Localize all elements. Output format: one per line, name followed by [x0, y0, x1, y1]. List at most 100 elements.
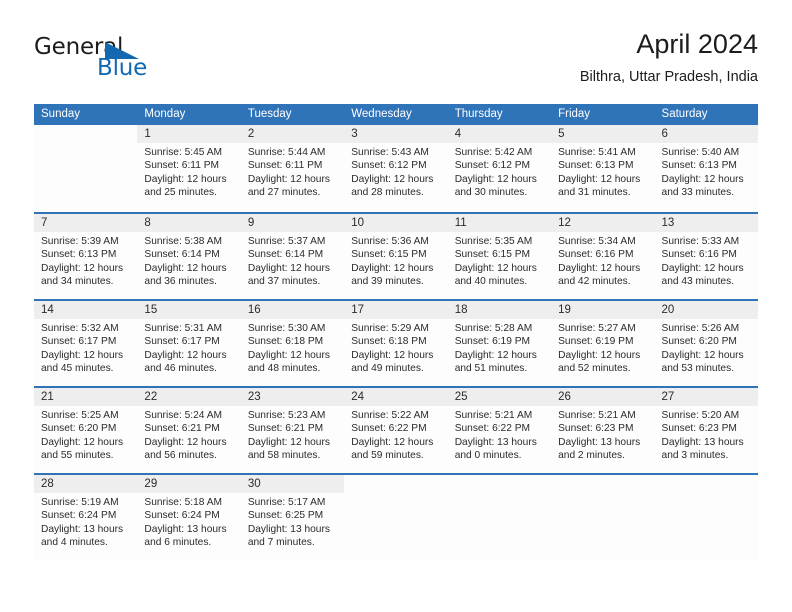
calendar-day-cell[interactable]: 17 Sunrise: 5:29 AM Sunset: 6:18 PM Dayligh… [344, 301, 448, 386]
sunrise-text: Sunrise: 5:17 AM [247, 497, 326, 508]
daylight-text-line2: and 34 minutes. [41, 276, 114, 288]
calendar-day-cell[interactable]: 12 Sunrise: 5:34 AM Sunset: 6:16 PM Dayligh… [551, 214, 655, 299]
calendar-week-row: 14 Sunrise: 5:32 AM Sunset: 6:17 PM Dayligh… [34, 299, 758, 386]
sunset-text: Sunset: 6:24 PM [144, 510, 220, 522]
day-details: Sunrise: 5:21 AM Sunset: 6:22 PM Daylight:… [448, 406, 551, 463]
day-number: 23 [247, 391, 261, 403]
day-number-band: 22 [137, 388, 241, 406]
day-details: Sunrise: 5:40 AM Sunset: 6:13 PM Daylight:… [655, 143, 758, 200]
sunrise-text: Sunrise: 5:45 AM [144, 147, 223, 158]
general-blue-logo[interactable]: General Blue [34, 34, 244, 90]
sunset-text: Sunset: 6:14 PM [247, 249, 324, 261]
day-number-band: 14 [34, 301, 138, 319]
daylight-text-line2: and 56 minutes. [144, 450, 217, 462]
calendar-day-cell[interactable]: 7 Sunrise: 5:39 AM Sunset: 6:13 PM Daylight… [34, 214, 138, 299]
daylight-text-line1: Daylight: 12 hours [144, 262, 227, 274]
calendar-day-cell[interactable]: 6 Sunrise: 5:40 AM Sunset: 6:13 PM Daylight… [654, 125, 758, 212]
day-number: 20 [661, 304, 675, 316]
sunrise-text: Sunrise: 5:31 AM [144, 323, 223, 334]
day-number: 9 [247, 217, 255, 229]
title-block: April 2024 Bilthra, Uttar Pradesh, India [580, 28, 758, 88]
daylight-text-line2: and 55 minutes. [41, 450, 114, 462]
calendar-day-cell[interactable]: 19 Sunrise: 5:27 AM Sunset: 6:19 PM Dayligh… [551, 301, 655, 386]
day-details: Sunrise: 5:38 AM Sunset: 6:14 PM Daylight:… [137, 232, 240, 289]
day-number-band: 19 [551, 301, 655, 319]
calendar-day-cell[interactable]: 14 Sunrise: 5:32 AM Sunset: 6:17 PM Dayligh… [34, 301, 138, 386]
calendar-day-cell-empty [34, 125, 138, 212]
calendar-day-cell[interactable]: 3 Sunrise: 5:43 AM Sunset: 6:12 PM Daylight… [344, 125, 448, 212]
day-number-band: 3 [344, 125, 448, 143]
calendar-day-cell[interactable]: 2 Sunrise: 5:44 AM Sunset: 6:11 PM Daylight… [240, 125, 345, 212]
sunrise-text: Sunrise: 5:25 AM [41, 410, 119, 421]
sunrise-text: Sunrise: 5:22 AM [351, 410, 429, 421]
daylight-text-line2: and 30 minutes. [454, 187, 528, 199]
calendar-day-cell-empty [654, 475, 758, 560]
sunset-text: Sunset: 6:17 PM [41, 336, 117, 348]
calendar-day-cell[interactable]: 8 Sunrise: 5:38 AM Sunset: 6:14 PM Daylight… [137, 214, 241, 299]
calendar-day-cell[interactable]: 4 Sunrise: 5:42 AM Sunset: 6:12 PM Daylight… [447, 125, 552, 212]
calendar-day-cell[interactable]: 13 Sunrise: 5:33 AM Sunset: 6:16 PM Dayligh… [654, 214, 758, 299]
calendar-day-cell[interactable]: 21 Sunrise: 5:25 AM Sunset: 6:20 PM Dayligh… [34, 388, 138, 473]
day-number-band: 28 [34, 475, 138, 493]
sunrise-text: Sunrise: 5:26 AM [661, 323, 740, 334]
calendar-day-cell[interactable]: 22 Sunrise: 5:24 AM Sunset: 6:21 PM Dayligh… [137, 388, 241, 473]
calendar-day-cell[interactable]: 15 Sunrise: 5:31 AM Sunset: 6:17 PM Dayligh… [137, 301, 241, 386]
calendar-day-cell[interactable]: 25 Sunrise: 5:21 AM Sunset: 6:22 PM Dayligh… [447, 388, 552, 473]
sunset-text: Sunset: 6:14 PM [144, 249, 220, 261]
daylight-text-line1: Daylight: 12 hours [558, 349, 641, 361]
calendar-day-cell-empty [447, 475, 552, 560]
page-title: April 2024 [636, 29, 758, 59]
sunrise-text: Sunrise: 5:37 AM [247, 236, 326, 247]
day-number: 29 [144, 478, 158, 490]
daylight-text-line1: Daylight: 12 hours [144, 173, 227, 185]
day-details: Sunrise: 5:21 AM Sunset: 6:23 PM Daylight:… [551, 406, 654, 463]
calendar-day-cell[interactable]: 28 Sunrise: 5:19 AM Sunset: 6:24 PM Dayligh… [34, 475, 138, 560]
day-number: 8 [144, 217, 151, 229]
daylight-text-line1: Daylight: 13 hours [144, 523, 227, 535]
day-number-band: 7 [34, 214, 138, 232]
day-details: Sunrise: 5:17 AM Sunset: 6:25 PM Daylight:… [241, 493, 344, 550]
calendar-day-cell[interactable]: 18 Sunrise: 5:28 AM Sunset: 6:19 PM Dayligh… [447, 301, 552, 386]
daylight-text-line1: Daylight: 12 hours [661, 349, 744, 361]
calendar-day-cell[interactable]: 5 Sunrise: 5:41 AM Sunset: 6:13 PM Daylight… [551, 125, 655, 212]
daylight-text-line1: Daylight: 12 hours [351, 173, 434, 185]
sunset-text: Sunset: 6:17 PM [144, 336, 220, 348]
day-details: Sunrise: 5:28 AM Sunset: 6:19 PM Daylight:… [448, 319, 551, 376]
location-subtitle: Bilthra, Uttar Pradesh, India [579, 69, 758, 85]
day-number: 14 [41, 304, 54, 316]
calendar-day-cell[interactable]: 1 Sunrise: 5:45 AM Sunset: 6:11 PM Daylight… [137, 125, 241, 212]
calendar-day-cell[interactable]: 29 Sunrise: 5:18 AM Sunset: 6:24 PM Dayligh… [137, 475, 241, 560]
calendar-day-cell[interactable]: 27 Sunrise: 5:20 AM Sunset: 6:23 PM Dayligh… [654, 388, 758, 473]
day-details: Sunrise: 5:18 AM Sunset: 6:24 PM Daylight:… [137, 493, 240, 550]
sunrise-text: Sunrise: 5:35 AM [454, 236, 533, 247]
calendar-day-cell[interactable]: 9 Sunrise: 5:37 AM Sunset: 6:14 PM Daylight… [240, 214, 345, 299]
calendar-day-cell[interactable]: 30 Sunrise: 5:17 AM Sunset: 6:25 PM Dayligh… [240, 475, 345, 560]
daylight-text-line1: Daylight: 12 hours [661, 262, 744, 274]
calendar-week-row: 21 Sunrise: 5:25 AM Sunset: 6:20 PM Dayligh… [34, 386, 758, 473]
sunset-text: Sunset: 6:12 PM [454, 160, 531, 172]
daylight-text-line1: Daylight: 13 hours [41, 523, 124, 535]
day-details: Sunrise: 5:32 AM Sunset: 6:17 PM Daylight:… [34, 319, 137, 376]
calendar-day-cell[interactable]: 24 Sunrise: 5:22 AM Sunset: 6:22 PM Dayligh… [344, 388, 448, 473]
day-number-band: 26 [551, 388, 655, 406]
calendar-day-cell[interactable]: 10 Sunrise: 5:36 AM Sunset: 6:15 PM Dayligh… [344, 214, 448, 299]
sunrise-text: Sunrise: 5:33 AM [661, 236, 740, 247]
calendar-day-cell[interactable]: 23 Sunrise: 5:23 AM Sunset: 6:21 PM Dayligh… [240, 388, 345, 473]
calendar-day-cell[interactable]: 20 Sunrise: 5:26 AM Sunset: 6:20 PM Dayligh… [654, 301, 758, 386]
day-number: 27 [661, 391, 675, 403]
sunset-text: Sunset: 6:11 PM [144, 160, 219, 172]
day-number: 5 [558, 128, 565, 140]
calendar-week-row: 28 Sunrise: 5:19 AM Sunset: 6:24 PM Dayligh… [34, 473, 758, 560]
day-details: Sunrise: 5:22 AM Sunset: 6:22 PM Daylight:… [344, 406, 447, 463]
sunset-text: Sunset: 6:13 PM [41, 249, 117, 261]
calendar-day-cell[interactable]: 11 Sunrise: 5:35 AM Sunset: 6:15 PM Dayligh… [447, 214, 552, 299]
day-number: 15 [144, 304, 158, 316]
day-number: 3 [351, 128, 358, 140]
sunrise-text: Sunrise: 5:21 AM [454, 410, 533, 421]
sunset-text: Sunset: 6:21 PM [144, 423, 220, 435]
sunrise-text: Sunrise: 5:32 AM [41, 323, 119, 334]
sunset-text: Sunset: 6:16 PM [558, 249, 634, 261]
calendar-day-cell[interactable]: 26 Sunrise: 5:21 AM Sunset: 6:23 PM Dayligh… [551, 388, 655, 473]
calendar-day-cell[interactable]: 16 Sunrise: 5:30 AM Sunset: 6:18 PM Dayligh… [240, 301, 345, 386]
sunrise-text: Sunrise: 5:19 AM [41, 497, 119, 508]
